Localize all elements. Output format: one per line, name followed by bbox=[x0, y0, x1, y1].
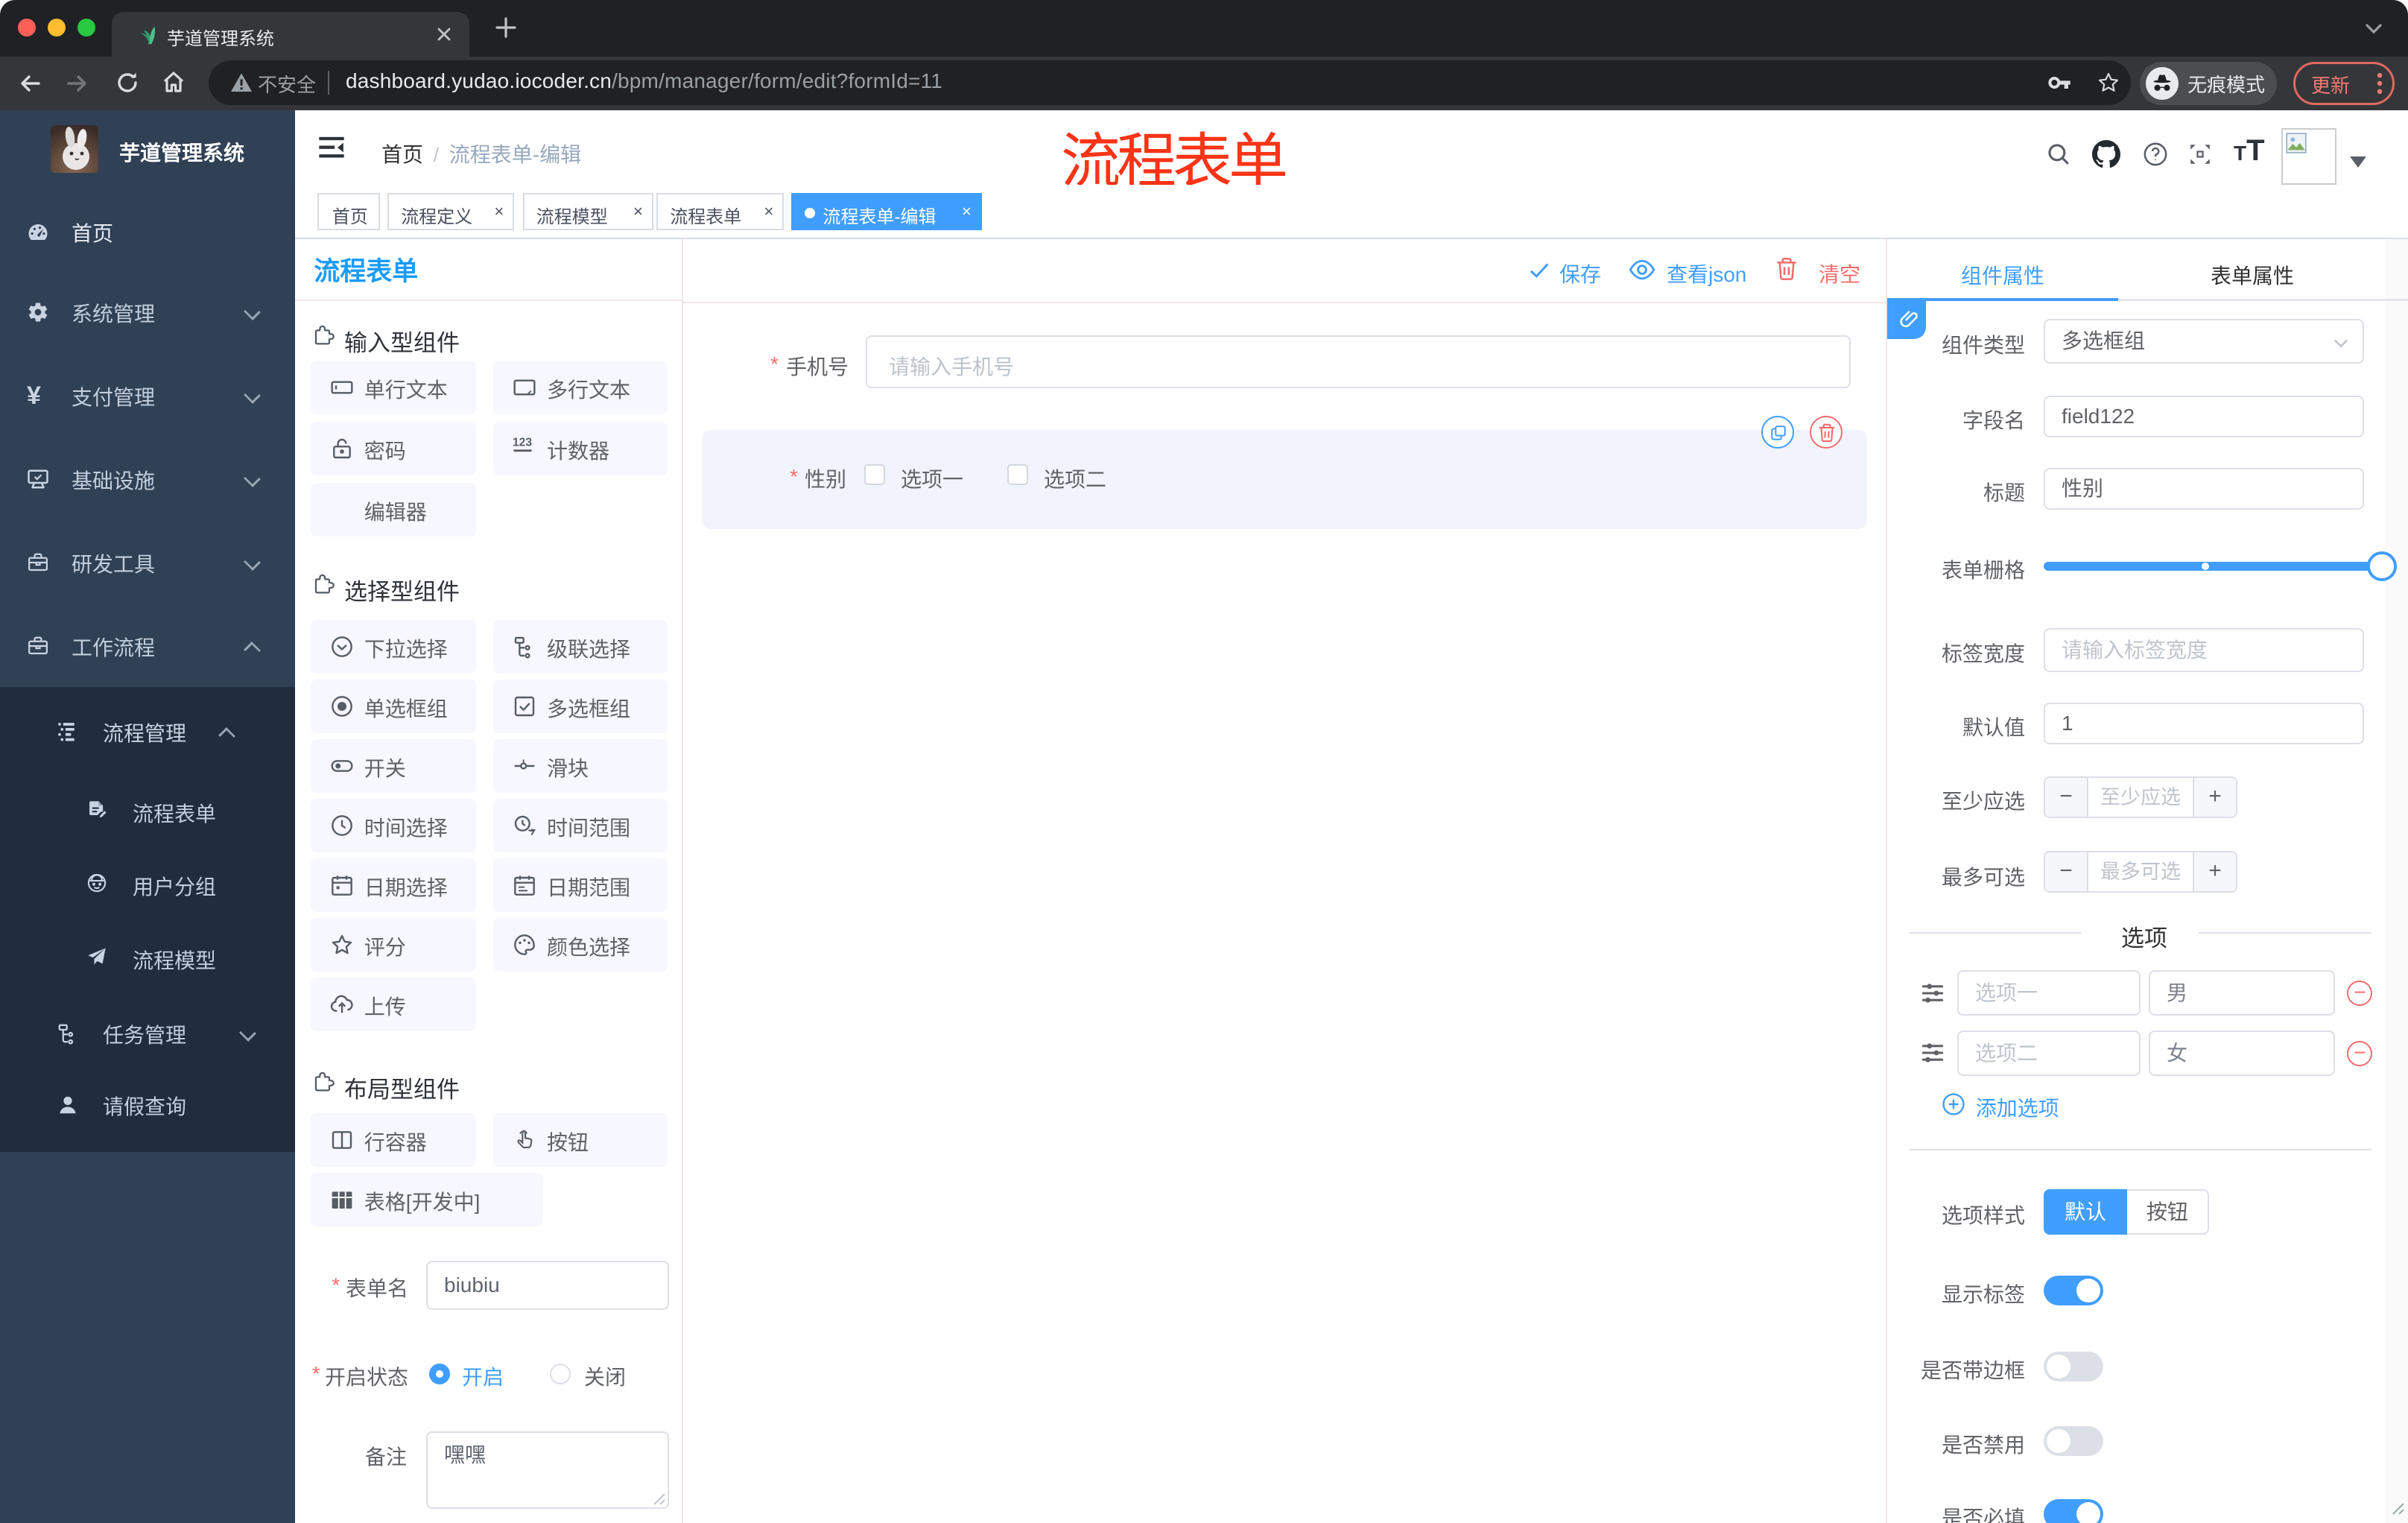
svg-text:123: 123 bbox=[513, 436, 532, 449]
